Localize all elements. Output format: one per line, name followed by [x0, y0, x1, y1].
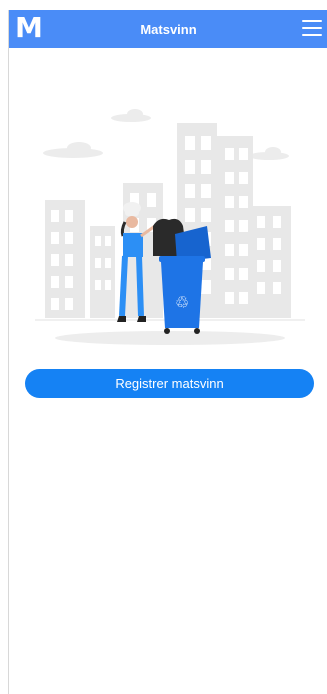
hamburger-menu-icon[interactable]	[302, 20, 322, 36]
menu-line	[302, 20, 322, 22]
app-frame: M Matsvinn ♲ Registrer matsvinn	[8, 10, 327, 694]
top-app-bar: M Matsvinn	[9, 10, 327, 48]
menu-line	[302, 27, 322, 29]
waste-illustration: ♲	[35, 109, 305, 345]
app-logo[interactable]: M	[15, 13, 43, 43]
ground-shadow	[55, 331, 285, 345]
page-title: Matsvinn	[140, 21, 197, 37]
menu-line	[302, 34, 322, 36]
register-food-waste-button[interactable]: Registrer matsvinn	[25, 369, 314, 398]
recycle-icon: ♲	[175, 293, 189, 312]
